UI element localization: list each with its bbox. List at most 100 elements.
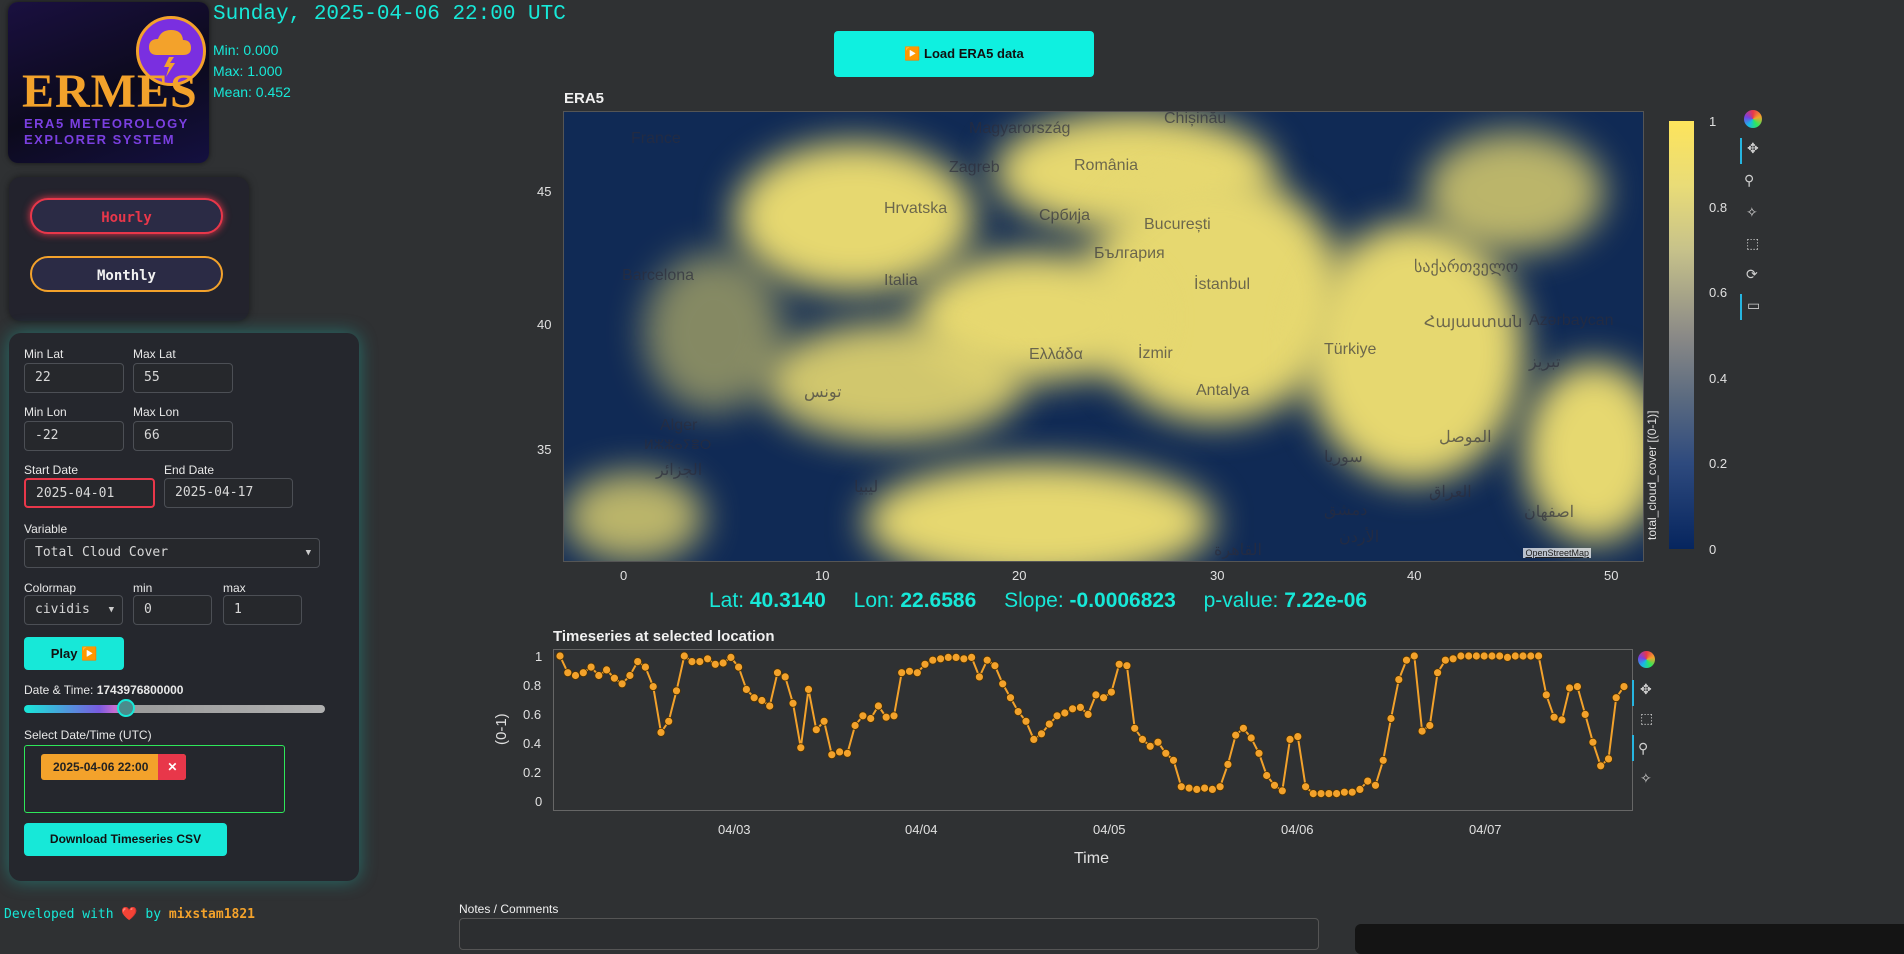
data-point [850,721,860,730]
osm-attribution-link[interactable]: OpenStreetMap [1523,548,1591,558]
data-point [1355,784,1365,794]
data-point [858,711,868,721]
data-point [1588,737,1598,747]
max-lon-input[interactable]: 66 [133,421,233,451]
slope-value: -0.0006823 [1069,589,1176,612]
map-x-tick: 10 [815,568,830,583]
pan-icon[interactable]: ✥ [1640,681,1652,698]
max-value-input[interactable]: 1 [223,595,302,625]
data-point [718,658,728,668]
data-point [664,716,674,726]
author-link[interactable]: mixstam1821 [169,907,255,922]
timeseries-plot[interactable] [553,649,1633,811]
map-title: ERA5 [564,90,605,107]
bokeh-logo-icon[interactable] [1744,110,1762,128]
data-point [1619,682,1629,691]
data-point [1565,683,1574,693]
data-point [1526,651,1536,661]
data-point [1549,712,1559,722]
mode-panel: Hourly Monthly [9,177,249,321]
data-point [827,750,837,760]
data-point [1176,782,1186,792]
reset-icon[interactable]: ✧ [1640,770,1652,787]
data-point [757,696,767,705]
data-point [594,671,604,680]
chevron-down-icon: ▼ [108,605,114,615]
data-point [672,686,681,696]
data-point [1130,723,1140,733]
min-lon-input[interactable]: -22 [24,421,124,451]
data-point [1138,735,1147,744]
bokeh-logo-icon[interactable] [1638,651,1655,668]
data-point [773,668,782,678]
reset-icon[interactable]: ✧ [1746,204,1758,221]
end-date-input[interactable]: 2025-04-17 [164,478,293,508]
wheel-zoom-icon[interactable]: ⚲ [1638,740,1648,757]
data-point [741,685,751,694]
data-point [1200,783,1209,793]
ts-y-tick: 0.2 [523,765,542,780]
data-point [1006,693,1015,703]
data-point [990,661,1000,671]
data-point [1293,732,1303,741]
hourly-button[interactable]: Hourly [30,198,223,234]
data-point [1464,651,1474,661]
hover-tooltip-icon[interactable]: ▭ [1747,297,1760,314]
data-point [563,668,573,678]
data-point [1231,730,1241,740]
data-point [1029,735,1039,744]
stat-min: Min: 0.000 [213,42,279,58]
start-date-input[interactable]: 2025-04-01 [24,478,155,508]
data-point [1254,748,1264,758]
datetime-multiselect[interactable]: 2025-04-06 22:00 ✕ [24,745,285,813]
data-point [974,672,984,682]
download-csv-button[interactable]: Download Timeseries CSV [24,823,227,856]
data-point [982,655,992,665]
bottom-right-panel [1355,924,1904,954]
remove-tag-icon[interactable]: ✕ [158,754,187,780]
data-point [1425,721,1435,730]
data-point [734,662,744,672]
data-point [998,679,1008,689]
max-lat-input[interactable]: 55 [133,363,233,393]
data-point [1417,726,1427,736]
data-point [1037,729,1046,739]
load-era5-button[interactable]: ▶️ Load ERA5 data [834,31,1094,77]
data-point [1114,659,1124,669]
datetime-slider-track[interactable] [24,705,325,713]
selected-datetime-tag: 2025-04-06 22:00 ✕ [41,754,187,780]
play-button[interactable]: Play ▶️ [24,637,124,670]
datetime-slider-handle[interactable] [117,699,136,717]
data-point [765,701,775,711]
wheel-zoom-icon[interactable]: ⚲ [1744,172,1754,189]
timeseries-svg [555,651,1629,799]
data-point [578,668,588,678]
notes-textarea[interactable] [459,918,1319,950]
refresh-icon[interactable]: ⟳ [1746,266,1758,283]
data-point [959,654,969,664]
data-point [633,657,643,667]
data-point [928,655,938,665]
box-zoom-icon[interactable]: ⬚ [1640,710,1653,727]
data-point [1409,651,1419,661]
min-lat-input[interactable]: 22 [24,363,124,393]
data-point [656,728,666,737]
start-date-label: Start Date [24,463,79,477]
data-point [1518,651,1528,661]
data-point [1541,690,1551,700]
logo-subtitle: ERA5 METEOROLOGY EXPLORER SYSTEM [24,116,189,147]
min-value-input[interactable]: 0 [133,595,212,625]
p-value: 7.22e-06 [1284,589,1368,612]
data-point [804,685,813,694]
variable-select[interactable]: Total Cloud Cover ▼ [24,538,320,568]
data-point [811,725,821,735]
colormap-select[interactable]: cividis ▼ [24,595,123,625]
min-value-label: min [133,581,153,595]
data-point [1573,682,1582,691]
box-zoom-icon[interactable]: ⬚ [1746,235,1759,252]
ts-y-tick: 1 [535,649,543,664]
cloud-cover-map[interactable]: France Magyarország Chișinău Zagreb Româ… [563,111,1644,562]
monthly-button[interactable]: Monthly [30,256,223,292]
pan-icon[interactable]: ✥ [1747,140,1759,157]
min-lat-label: Min Lat [24,347,64,361]
